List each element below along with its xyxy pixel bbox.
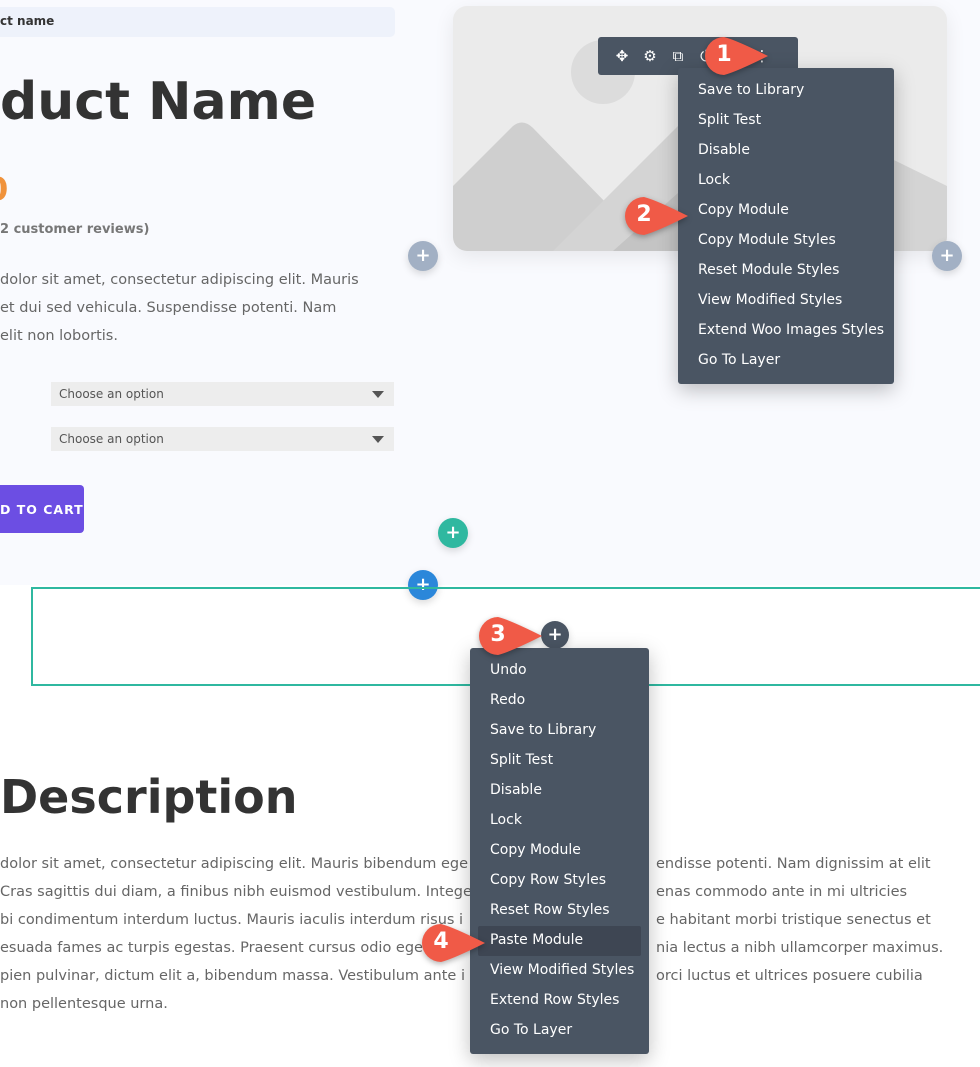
menu-item[interactable]: Extend Row Styles [470,986,649,1016]
breadcrumb: ct name [0,7,395,37]
add-module-plus-icon[interactable]: + [541,621,569,649]
variation-select-2[interactable]: Choose an option [51,427,394,451]
menu-item[interactable]: Redo [470,686,649,716]
variation-select-1[interactable]: Choose an option [51,382,394,406]
step-badge-1: 1 [704,36,768,76]
description-line: Cras sagittis dui diam, a finibus nibh e… [0,884,472,900]
description-line: endisse potenti. Nam dignissim at elit [656,856,931,872]
menu-item[interactable]: View Modified Styles [678,286,894,316]
menu-item[interactable]: Reset Row Styles [470,896,649,926]
menu-item[interactable]: Copy Row Styles [470,866,649,896]
row-context-menu: Undo Redo Save to Library Split Test Disable… [470,648,649,1054]
menu-item[interactable]: Copy Module Styles [678,226,894,256]
menu-item[interactable]: Disable [678,136,894,166]
description-line: non pellentesque urna. [0,996,168,1012]
description-line: enas commodo ante in mi ultricies [656,884,908,900]
gear-icon[interactable]: ⚙ [640,47,660,65]
menu-item[interactable]: Save to Library [678,76,894,106]
short-description-line: et dui sed vehicula. Suspendisse potenti… [0,300,337,316]
description-line: dolor sit amet, consectetur adipiscing e… [0,856,469,872]
menu-item[interactable]: Split Test [470,746,649,776]
badge-number: 2 [636,202,652,227]
select-value: Choose an option [59,387,164,401]
badge-number: 3 [490,622,506,647]
menu-item[interactable]: Extend Woo Images Styles [678,316,894,346]
duplicate-icon[interactable]: ⧉ [668,47,688,65]
description-line: esuada fames ac turpis egestas. Praesent… [0,940,423,956]
add-row-plus-icon[interactable]: + [438,518,468,548]
badge-number: 4 [433,929,449,954]
add-column-right-plus-icon[interactable]: + [932,241,962,271]
description-line: pien pulvinar, dictum elit a, bibendum m… [0,968,465,984]
description-line: nia lectus a nibh ullamcorper maximus. [656,940,944,956]
chevron-down-icon [372,436,384,443]
product-title: duct Name [0,72,317,132]
add-to-cart-button[interactable]: D TO CART [0,485,84,533]
menu-item[interactable]: Copy Module [678,196,894,226]
select-value: Choose an option [59,432,164,446]
menu-item[interactable]: Go To Layer [678,346,894,376]
menu-item[interactable]: Undo [470,656,649,686]
module-context-menu: Save to Library Split Test Disable Lock Copy… [678,68,894,384]
menu-item[interactable]: Disable [470,776,649,806]
reviews-link[interactable]: 2 customer reviews) [0,222,149,237]
chevron-down-icon [372,391,384,398]
description-line: bi condimentum interdum luctus. Mauris i… [0,912,464,928]
menu-item[interactable]: Paste Module [478,926,641,956]
step-badge-4: 4 [421,923,485,963]
product-price: 0 [0,170,8,208]
menu-item[interactable]: View Modified Styles [470,956,649,986]
description-heading: Description [0,770,298,824]
menu-item[interactable]: Lock [678,166,894,196]
add-column-left-plus-icon[interactable]: + [408,241,438,271]
menu-item[interactable]: Go To Layer [470,1016,649,1046]
menu-item[interactable]: Split Test [678,106,894,136]
short-description-line: dolor sit amet, consectetur adipiscing e… [0,272,359,288]
menu-item[interactable]: Reset Module Styles [678,256,894,286]
menu-item[interactable]: Save to Library [470,716,649,746]
menu-item[interactable]: Copy Module [470,836,649,866]
badge-number: 1 [716,42,732,67]
step-badge-3: 3 [478,616,542,656]
short-description-line: elit non lobortis. [0,328,118,344]
description-line: e habitant morbi tristique senectus et [656,912,931,928]
menu-item[interactable]: Lock [470,806,649,836]
move-icon[interactable]: ✥ [612,47,632,65]
description-line: orci luctus et ultrices posuere cubilia [656,968,923,984]
step-badge-2: 2 [624,196,688,236]
